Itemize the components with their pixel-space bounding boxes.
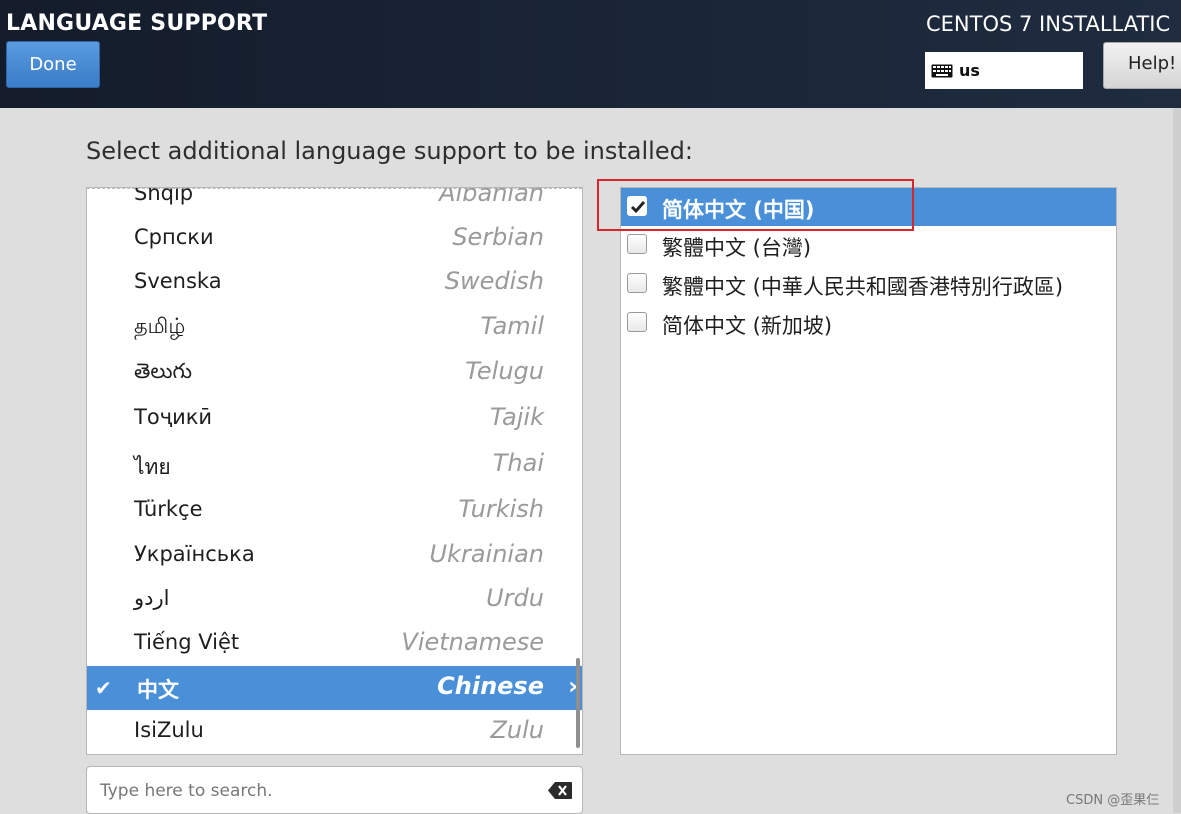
- language-row[interactable]: اردو Urdu: [87, 578, 582, 622]
- annotation-highlight-box: [597, 179, 914, 231]
- language-native-name: Svenska: [134, 269, 222, 293]
- search-input[interactable]: [98, 777, 522, 805]
- language-row-selected[interactable]: ✔ 中文 Chinese ›: [87, 666, 582, 710]
- language-english-name: Vietnamese: [401, 628, 544, 656]
- language-row[interactable]: Српски Serbian: [87, 217, 582, 261]
- language-native-name: 中文: [137, 678, 179, 702]
- language-english-name: Telugu: [465, 357, 544, 385]
- instruction-text: Select additional language support to be…: [86, 137, 693, 165]
- product-title: CENTOS 7 INSTALLATIC: [926, 12, 1171, 36]
- language-native-name: Tiếng Việt: [134, 630, 240, 654]
- checkmark-icon: ✔: [95, 676, 112, 700]
- keyboard-icon: [931, 64, 953, 77]
- locale-label: 繁體中文 (台灣): [662, 236, 812, 260]
- language-english-name: Swedish: [444, 267, 544, 295]
- language-english-name: Tamil: [480, 312, 544, 340]
- language-native-name: தமிழ்: [134, 314, 186, 338]
- language-row[interactable]: Türkçe Turkish: [87, 489, 582, 533]
- language-native-name: Српски: [134, 225, 214, 249]
- spoke-title: LANGUAGE SUPPORT: [6, 11, 268, 36]
- language-english-name: Ukrainian: [429, 540, 544, 568]
- language-row[interactable]: IsiZulu Zulu: [87, 710, 582, 754]
- locale-label: 简体中文 (新加坡): [662, 314, 833, 338]
- language-row[interactable]: Svenska Swedish: [87, 261, 582, 305]
- language-native-name: IsiZulu: [134, 718, 204, 742]
- locale-row[interactable]: 简体中文 (新加坡): [621, 304, 1116, 342]
- page-scrollbar[interactable]: [1173, 108, 1181, 813]
- language-row[interactable]: ไทย Thai: [87, 443, 582, 487]
- keyboard-layout-indicator[interactable]: us: [925, 52, 1083, 89]
- help-button[interactable]: Help!: [1103, 42, 1181, 89]
- language-row[interactable]: Tiếng Việt Vietnamese: [87, 622, 582, 666]
- header-bar: LANGUAGE SUPPORT Done CENTOS 7 INSTALLAT…: [0, 0, 1181, 108]
- locale-label: 繁體中文 (中華人民共和國香港特別行政區): [662, 275, 1064, 299]
- language-native-name: తెలుగు: [134, 359, 193, 383]
- locale-checkbox[interactable]: [627, 234, 647, 254]
- language-row[interactable]: Тоҷикӣ Tajik: [87, 397, 582, 441]
- backspace-clear-icon[interactable]: [548, 782, 572, 799]
- language-row[interactable]: తెలుగు Telugu: [87, 351, 582, 395]
- language-native-name: Тоҷикӣ: [134, 405, 213, 429]
- language-english-name: Serbian: [452, 223, 544, 251]
- locale-row[interactable]: 繁體中文 (中華人民共和國香港特別行政區): [621, 265, 1116, 303]
- search-field[interactable]: [86, 766, 583, 814]
- watermark-text: CSDN @歪果仨: [1066, 793, 1160, 808]
- language-row[interactable]: Українська Ukrainian: [87, 534, 582, 578]
- language-native-name: Українська: [134, 542, 255, 566]
- language-english-name: Urdu: [486, 584, 544, 612]
- locale-list[interactable]: 简体中文 (中国) 繁體中文 (台灣) 繁體中文 (中華人民共和國香港特別行政區…: [620, 187, 1117, 755]
- language-english-name: Tajik: [489, 403, 544, 431]
- language-row[interactable]: தமிழ் Tamil: [87, 306, 582, 350]
- language-native-name: اردو: [134, 586, 170, 610]
- language-english-name: Albanian: [439, 187, 544, 207]
- locale-row[interactable]: 繁體中文 (台灣): [621, 226, 1116, 264]
- language-english-name: Zulu: [490, 716, 544, 744]
- language-row[interactable]: Shqip Albanian: [87, 187, 582, 217]
- language-english-name: Thai: [492, 449, 544, 477]
- language-english-name: Turkish: [458, 495, 544, 523]
- done-button[interactable]: Done: [6, 41, 100, 88]
- language-native-name: ไทย: [134, 455, 171, 479]
- list-scrollbar[interactable]: [576, 658, 580, 748]
- keyboard-layout-label: us: [959, 61, 980, 80]
- language-english-name: Chinese: [437, 672, 544, 700]
- language-native-name: Shqip: [134, 187, 194, 205]
- language-native-name: Türkçe: [134, 497, 203, 521]
- language-list[interactable]: Shqip Albanian Српски Serbian Svenska Sw…: [86, 187, 583, 755]
- locale-checkbox[interactable]: [627, 312, 647, 332]
- locale-checkbox[interactable]: [627, 273, 647, 293]
